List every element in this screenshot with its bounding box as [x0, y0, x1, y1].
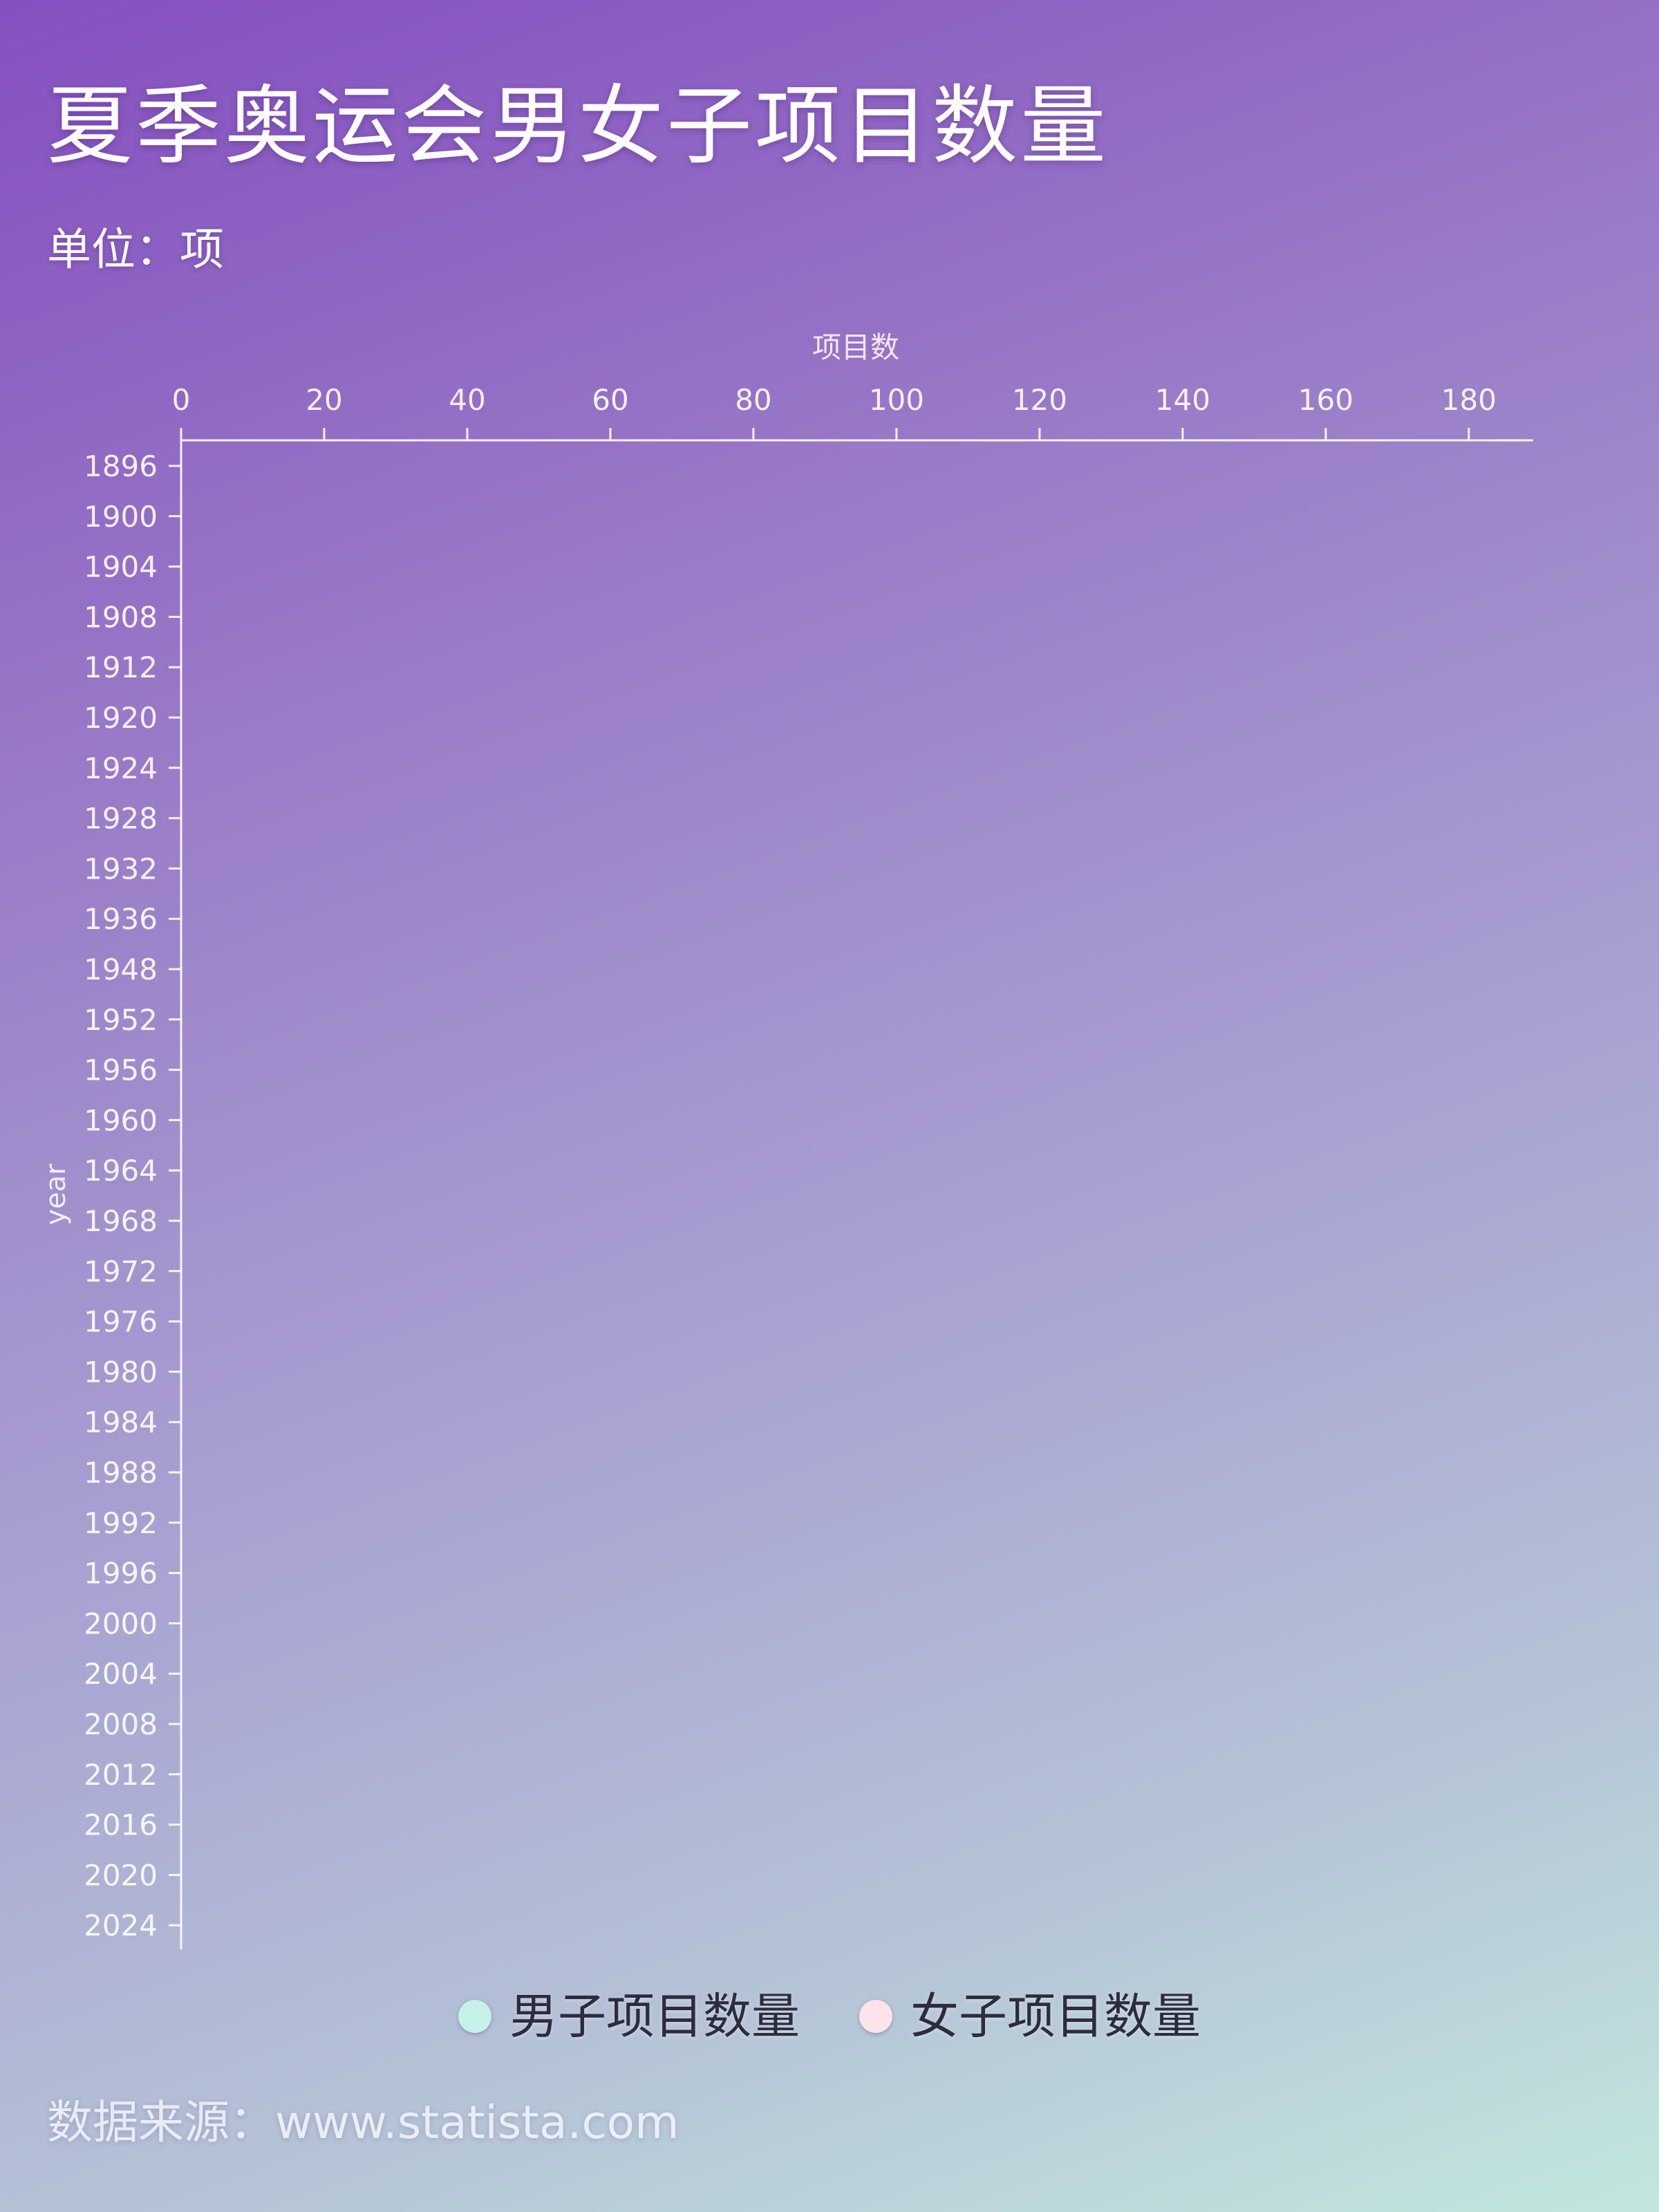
- olympic-events-chart: 项目数 0 20 40 60 80 100 120 140 160 180 year 1896 1900…: [40, 330, 1533, 1949]
- y-tick-label: 1908: [84, 600, 158, 634]
- x-tick-label: 160: [1298, 383, 1353, 417]
- x-tick-label: 80: [735, 383, 771, 417]
- y-tick-label: 1992: [84, 1506, 158, 1540]
- y-tick-label: 1964: [84, 1154, 158, 1188]
- x-tick-label: 20: [306, 383, 342, 417]
- y-tick-label: 1928: [84, 802, 158, 836]
- x-tick-label: 180: [1441, 383, 1497, 417]
- x-tick-label: 0: [172, 383, 191, 417]
- y-tick-label: 1956: [84, 1053, 158, 1087]
- x-tick-label: 120: [1012, 383, 1067, 417]
- y-tick-label: 1932: [84, 852, 158, 885]
- x-tick-label: 100: [869, 383, 924, 417]
- y-tick-label: 1900: [84, 500, 158, 534]
- y-tick-label: 2008: [84, 1707, 158, 1741]
- y-tick-label: 2004: [84, 1657, 158, 1691]
- legend: 男子项目数量 女子项目数量: [0, 1985, 1659, 2047]
- y-axis: year 1896 1900 1904 1908 1912 1920 1924 1928 1932…: [40, 440, 182, 1949]
- y-tick-label: 2020: [84, 1858, 158, 1892]
- y-tick-label: 1976: [84, 1305, 158, 1339]
- x-tick-label: 60: [592, 383, 628, 417]
- y-tick-label: 1972: [84, 1255, 158, 1288]
- legend-label-men: 男子项目数量: [509, 1988, 800, 2045]
- y-tick-label: 1960: [84, 1103, 158, 1137]
- y-tick-label: 1980: [84, 1355, 158, 1389]
- y-tick-label: 1952: [84, 1003, 158, 1037]
- y-axis-title: year: [40, 1163, 72, 1226]
- data-source: 数据来源：www.statista.com: [47, 2096, 679, 2149]
- y-tick-label: 2012: [84, 1758, 158, 1792]
- y-tick-label: 1988: [84, 1456, 158, 1490]
- women-legend-dot-icon: [859, 2000, 892, 2033]
- y-tick-label: 2024: [84, 1909, 158, 1942]
- y-tick-label: 1996: [84, 1557, 158, 1591]
- y-tick-label: 1896: [84, 449, 158, 483]
- legend-item-men[interactable]: 男子项目数量: [458, 1985, 800, 2047]
- y-tick-label: 1920: [84, 701, 158, 735]
- x-tick-label: 40: [449, 383, 485, 417]
- legend-label-women: 女子项目数量: [910, 1988, 1201, 2045]
- y-tick-label: 2016: [84, 1808, 158, 1842]
- y-tick-label: 1936: [84, 902, 158, 936]
- y-tick-label: 1968: [84, 1204, 158, 1238]
- y-tick-label: 1948: [84, 953, 158, 986]
- men-legend-dot-icon: [458, 2000, 491, 2033]
- x-axis: 项目数 0 20 40 60 80 100 120 140 160 180: [172, 330, 1533, 442]
- y-tick-label: 1904: [84, 550, 158, 584]
- y-tick-label: 2000: [84, 1606, 158, 1640]
- y-tick-label: 1984: [84, 1405, 158, 1439]
- x-axis-title: 项目数: [812, 330, 899, 364]
- y-tick-label: 1924: [84, 751, 158, 785]
- y-tick-label: 1912: [84, 650, 158, 684]
- x-tick-label: 140: [1155, 383, 1210, 417]
- legend-item-women[interactable]: 女子项目数量: [859, 1985, 1201, 2047]
